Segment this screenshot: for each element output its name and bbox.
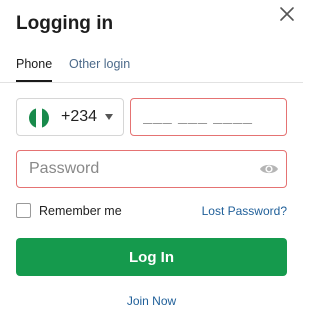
join-now-link[interactable]: Join Now [0,294,303,308]
remember-me-label: Remember me [39,203,122,218]
login-tabs: Phone Other login [0,55,303,83]
checkbox-box[interactable] [16,203,31,218]
phone-number-input[interactable] [130,98,287,136]
dialog-title: Logging in [16,13,114,34]
tab-phone[interactable]: Phone [16,57,53,82]
nigeria-flag-icon [29,108,49,128]
country-code-select[interactable]: +234 [16,98,124,136]
country-code-value: +234 [61,108,98,125]
close-icon[interactable] [277,4,297,24]
lost-password-link[interactable]: Lost Password? [202,204,287,218]
tab-other-login[interactable]: Other login [69,57,130,71]
remember-me-checkbox[interactable]: Remember me [16,203,122,218]
login-button[interactable]: Log In [16,238,287,276]
show-password-eye-icon[interactable] [259,160,279,178]
chevron-down-icon [105,114,113,120]
password-input[interactable] [16,150,287,188]
